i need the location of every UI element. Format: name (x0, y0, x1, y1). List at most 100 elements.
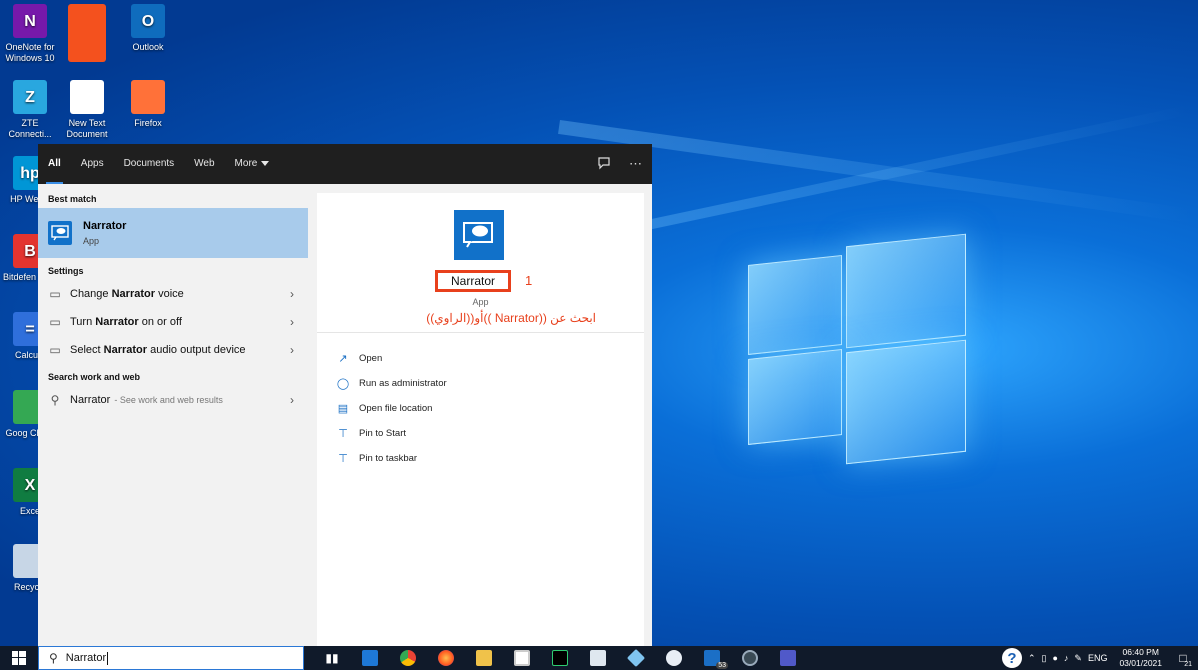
tab-more[interactable]: More (225, 144, 280, 184)
action-pin-to-taskbar[interactable]: ⊤ Pin to taskbar (335, 446, 447, 471)
tab-all[interactable]: All (38, 144, 71, 184)
chevron-right-icon[interactable]: › (290, 393, 294, 407)
tab-web[interactable]: Web (184, 144, 224, 184)
start-button[interactable] (0, 646, 38, 670)
notification-center-icon[interactable]: □ 21 (1174, 651, 1192, 668)
notification-count: 21 (1184, 661, 1192, 668)
chrome-icon[interactable] (392, 646, 424, 670)
action-run-as-administrator[interactable]: ◯ Run as administrator (335, 371, 447, 396)
web-result-narrator[interactable]: ⚲ Narrator - See work and web results › (38, 386, 308, 414)
web-hint: - See work and web results (114, 395, 223, 405)
settings-icon: ▭ (49, 315, 61, 329)
desktop-icon[interactable]: New Text Document (57, 80, 117, 140)
search-filter-tabs: All Apps Documents Web More ⋯ (38, 144, 652, 184)
chevron-right-icon[interactable]: › (290, 343, 294, 357)
chevron-right-icon[interactable]: › (290, 315, 294, 329)
volume-icon[interactable]: ♪ (1064, 653, 1069, 663)
text-cursor (107, 651, 109, 665)
orange-tile-icon (68, 4, 106, 62)
firefox-icon (131, 80, 165, 114)
settings-pre: Select (70, 344, 101, 356)
feedback-icon[interactable] (597, 156, 611, 173)
onenote-icon: N (13, 4, 47, 38)
firefox-icon[interactable] (430, 646, 462, 670)
action-pin-to-start[interactable]: ⊤ Pin to Start (335, 421, 447, 446)
notepad-icon[interactable] (582, 646, 614, 670)
desktop-icon[interactable]: Firefox (118, 80, 178, 129)
settings-post: audio output device (150, 344, 246, 356)
search-icon: ⚲ (49, 651, 58, 665)
annotation-note: ابحث عن ((Narrator ))أو((الراوي)) (426, 311, 596, 325)
clock-date: 03/01/2021 (1119, 658, 1162, 668)
battery-icon[interactable]: ▯ (1042, 653, 1047, 664)
windows-logo-wallpaper (748, 233, 966, 465)
action-open[interactable]: ↗ Open (335, 346, 447, 371)
settings-pre: Change (70, 288, 109, 300)
more-options-icon[interactable]: ⋯ (629, 156, 642, 172)
best-match-narrator[interactable]: Narrator App (38, 208, 308, 258)
start-search-panel: All Apps Documents Web More ⋯ Best match… (38, 144, 652, 646)
teams-icon[interactable] (772, 646, 804, 670)
show-hidden-icons-icon[interactable]: ⌃ (1028, 653, 1036, 664)
mail-badge: 53 (716, 662, 728, 669)
chevron-right-icon[interactable]: › (290, 287, 294, 301)
desktop-icon[interactable]: O Outlook (118, 4, 178, 53)
clock-time: 06:40 PM (1122, 647, 1159, 657)
store-icon[interactable] (506, 646, 538, 670)
desktop-icon[interactable]: Z ZTE Connecti... (0, 80, 60, 140)
file-explorer-icon[interactable] (468, 646, 500, 670)
settings-post: on or off (141, 316, 182, 328)
language-indicator[interactable]: ENG (1088, 653, 1108, 663)
pin-icon: ⊤ (338, 428, 348, 440)
detail-app-type: App (472, 297, 489, 307)
settings-pre: Turn (70, 316, 93, 328)
action-label: Open (359, 353, 383, 364)
clock[interactable]: 06:40 PM 03/01/2021 (1119, 647, 1162, 669)
zte-icon: Z (13, 80, 47, 114)
narrator-icon (48, 221, 72, 245)
settings-icon: ▭ (49, 343, 61, 357)
settings-result[interactable]: ▭ Select Narrator audio output device › (38, 336, 308, 364)
settings-post: voice (158, 288, 184, 300)
action-label: Pin to Start (359, 428, 406, 439)
pycharm-icon[interactable] (544, 646, 576, 670)
mail-icon[interactable]: 53 (696, 646, 728, 670)
pin-icon: ⊤ (338, 453, 348, 465)
narrator-large-icon (454, 210, 504, 260)
camera-icon[interactable] (734, 646, 766, 670)
tab-apps[interactable]: Apps (71, 144, 114, 184)
windows-icon (12, 651, 26, 665)
desktop-icon-label: Firefox (134, 118, 162, 128)
search-input-value: Narrator (65, 652, 107, 664)
action-label: Run as administrator (359, 378, 447, 389)
settings-heading: Settings (48, 266, 84, 276)
settings-icon: ▭ (49, 287, 61, 301)
photos-icon[interactable] (354, 646, 386, 670)
help-icon[interactable]: ? (1001, 648, 1022, 668)
tab-documents[interactable]: Documents (114, 144, 185, 184)
settings-keyword: Narrator (95, 316, 139, 328)
settings-keyword: Narrator (111, 288, 156, 300)
settings-result[interactable]: ▭ Change Narrator voice › (38, 280, 308, 308)
3d-viewer-icon[interactable] (620, 646, 652, 670)
settings-result[interactable]: ▭ Turn Narrator on or off › (38, 308, 308, 336)
desktop-icon[interactable] (57, 4, 117, 66)
annotation-number: 1 (525, 273, 533, 288)
wifi-icon[interactable]: ● (1052, 653, 1057, 663)
shield-icon: ◯ (336, 378, 350, 390)
web-query: Narrator (70, 394, 111, 406)
system-tray: ? ⌃ ▯ ● ♪ ✎ ENG 06:40 PM 03/01/2021 □ 21 (1001, 646, 1198, 670)
desktop-icon-label: ZTE Connecti... (8, 118, 52, 139)
task-view-icon[interactable]: ▮▮ (316, 646, 348, 670)
paint-icon[interactable] (658, 646, 690, 670)
text-document-icon (70, 80, 104, 114)
desktop-icon[interactable]: N OneNote for Windows 10 (0, 4, 60, 64)
taskbar-search-input[interactable]: ⚲ Narrator (38, 646, 304, 670)
best-match-name: Narrator (83, 220, 127, 232)
action-open-file-location[interactable]: ▤ Open file location (335, 396, 447, 421)
app-detail-pane: Narrator 1 App ابحث عن ((Narrator ))أو((… (317, 193, 644, 646)
taskbar-apps: ▮▮ 53 (316, 646, 804, 670)
desktop-icon-label: Outlook (132, 42, 164, 52)
pen-icon[interactable]: ✎ (1074, 653, 1082, 664)
light-beam (600, 105, 1189, 240)
